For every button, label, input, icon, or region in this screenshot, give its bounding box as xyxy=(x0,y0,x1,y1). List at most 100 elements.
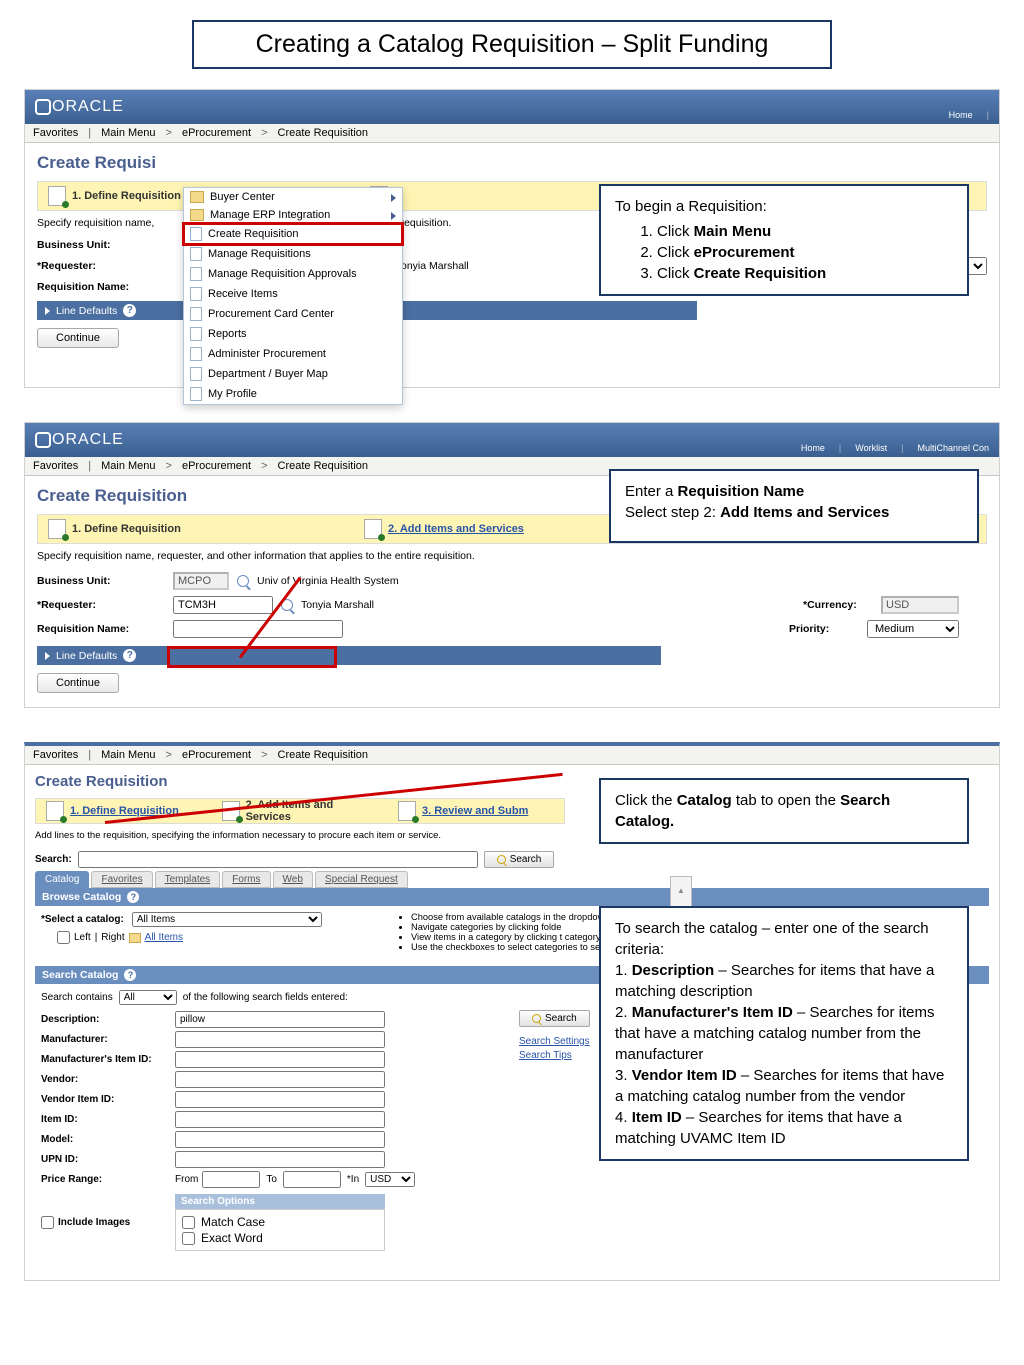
model-label: Model: xyxy=(41,1134,175,1145)
menu-item[interactable]: My Profile xyxy=(184,384,402,404)
menu-item[interactable]: Create Requisition xyxy=(184,224,402,244)
menu-item[interactable]: Reports xyxy=(184,324,402,344)
bc-eprocurement[interactable]: eProcurement xyxy=(182,749,255,761)
exact-word-checkbox[interactable] xyxy=(182,1232,195,1245)
item-id-input[interactable] xyxy=(175,1111,385,1128)
oracle-header: ORACLE Home| Worklist| MultiChannel Con xyxy=(25,423,999,457)
tree-checkbox[interactable] xyxy=(57,931,70,944)
oracle-logo: ORACLE xyxy=(35,98,124,116)
help-icon[interactable]: ? xyxy=(127,891,139,903)
menu-item[interactable]: Manage Requisitions xyxy=(184,244,402,264)
item-id-label: Item ID: xyxy=(41,1114,175,1125)
lookup-icon[interactable] xyxy=(237,575,249,587)
worklist-link[interactable]: Worklist xyxy=(855,443,887,453)
help-icon[interactable]: ? xyxy=(123,304,136,317)
menu-item[interactable]: Buyer Center xyxy=(184,188,402,206)
bc-favorites[interactable]: Favorites xyxy=(33,460,82,472)
search-options-header: Search Options xyxy=(175,1194,385,1209)
priority-select[interactable]: Medium xyxy=(867,620,959,638)
document-icon xyxy=(190,347,202,361)
bc-main-menu[interactable]: Main Menu xyxy=(101,749,159,761)
content-tabs: CatalogFavoritesTemplatesFormsWebSpecial… xyxy=(35,871,989,888)
match-case-checkbox[interactable] xyxy=(182,1216,195,1229)
lookup-icon[interactable] xyxy=(281,599,293,611)
requester-input[interactable] xyxy=(173,596,273,614)
step-review[interactable]: 3. Review and Subm xyxy=(388,801,564,821)
step-define: 1. Define Requisition xyxy=(38,519,354,539)
step-icon xyxy=(48,186,66,206)
menu-item[interactable]: Procurement Card Center xyxy=(184,304,402,324)
currency-label: *Currency: xyxy=(803,599,873,611)
section-2-screenshot: ORACLE Home| Worklist| MultiChannel Con … xyxy=(24,422,1000,708)
bc-eprocurement[interactable]: eProcurement xyxy=(182,127,255,139)
menu-item[interactable]: Department / Buyer Map xyxy=(184,364,402,384)
tab-templates[interactable]: Templates xyxy=(155,871,221,888)
man-item-id-input[interactable] xyxy=(175,1051,385,1068)
submenu-arrow-icon xyxy=(391,194,396,202)
reqname-input[interactable] xyxy=(173,620,343,638)
priority-label: Priority: xyxy=(789,623,859,635)
document-icon xyxy=(190,227,202,241)
home-link[interactable]: Home xyxy=(949,110,973,120)
tab-catalog[interactable]: Catalog xyxy=(35,871,89,888)
submenu-arrow-icon xyxy=(391,212,396,220)
price-currency-select[interactable]: USD xyxy=(365,1172,415,1187)
menu-item[interactable]: Manage ERP Integration xyxy=(184,206,402,224)
vendor-input[interactable] xyxy=(175,1071,385,1088)
search-button[interactable]: Search xyxy=(484,851,555,868)
include-images-checkbox[interactable] xyxy=(41,1216,54,1229)
step-icon xyxy=(46,801,64,821)
oracle-logo: ORACLE xyxy=(35,431,124,449)
search-settings-link[interactable]: Search Settings xyxy=(519,1036,590,1047)
bc-favorites[interactable]: Favorites xyxy=(33,127,82,139)
help-icon[interactable]: ? xyxy=(123,649,136,662)
tab-special-request[interactable]: Special Request xyxy=(315,871,408,888)
menu-item[interactable]: Manage Requisition Approvals xyxy=(184,264,402,284)
upn-id-input[interactable] xyxy=(175,1151,385,1168)
search-tips-link[interactable]: Search Tips xyxy=(519,1050,572,1061)
bu-input xyxy=(173,572,229,590)
manufacturer-label: Manufacturer: xyxy=(41,1034,175,1045)
multichannel-link[interactable]: MultiChannel Con xyxy=(917,443,989,453)
create-requisition-heading: Create Requisi xyxy=(37,153,987,173)
contains-select[interactable]: All xyxy=(119,990,177,1005)
step-icon xyxy=(364,519,382,539)
requester-label: *Requester: xyxy=(37,599,165,611)
document-icon xyxy=(190,367,202,381)
all-items-link[interactable]: All Items xyxy=(145,932,183,943)
bc-favorites[interactable]: Favorites xyxy=(33,749,82,761)
menu-item[interactable]: Administer Procurement xyxy=(184,344,402,364)
manufacturer-input[interactable] xyxy=(175,1031,385,1048)
page-title: Creating a Catalog Requisition – Split F… xyxy=(192,20,832,69)
step-icon xyxy=(222,801,240,821)
model-input[interactable] xyxy=(175,1131,385,1148)
bc-create-requisition[interactable]: Create Requisition xyxy=(278,460,373,472)
tab-favorites[interactable]: Favorites xyxy=(91,871,152,888)
catalog-select[interactable]: All Items xyxy=(132,912,322,927)
continue-button[interactable]: Continue xyxy=(37,673,119,693)
line-defaults-bar[interactable]: Line Defaults? xyxy=(37,646,661,665)
continue-button[interactable]: Continue xyxy=(37,328,119,348)
tab-forms[interactable]: Forms xyxy=(222,871,270,888)
man-item-id-label: Manufacturer's Item ID: xyxy=(41,1054,175,1065)
bc-create-requisition[interactable]: Create Requisition xyxy=(278,127,373,139)
bc-create-requisition[interactable]: Create Requisition xyxy=(278,749,373,761)
price-to-input[interactable] xyxy=(283,1171,341,1188)
home-link[interactable]: Home xyxy=(801,443,825,453)
tab-web[interactable]: Web xyxy=(273,871,313,888)
menu-item[interactable]: Receive Items xyxy=(184,284,402,304)
price-from-input[interactable] xyxy=(202,1171,260,1188)
right-label: Right xyxy=(101,932,124,943)
bc-main-menu[interactable]: Main Menu xyxy=(101,460,159,472)
step-define[interactable]: 1. Define Requisition xyxy=(36,801,212,821)
bc-main-menu[interactable]: Main Menu xyxy=(101,127,159,139)
description-input[interactable] xyxy=(175,1011,385,1028)
bu-label: Business Unit: xyxy=(37,575,165,587)
help-icon[interactable]: ? xyxy=(124,969,136,981)
vendor-item-id-input[interactable] xyxy=(175,1091,385,1108)
bc-eprocurement[interactable]: eProcurement xyxy=(182,460,255,472)
requester-label: *Requester: xyxy=(37,260,165,272)
search-input[interactable] xyxy=(78,851,478,868)
add-items-link[interactable]: 2. Add Items and Services xyxy=(388,523,524,535)
catalog-search-button[interactable]: Search xyxy=(519,1010,590,1027)
